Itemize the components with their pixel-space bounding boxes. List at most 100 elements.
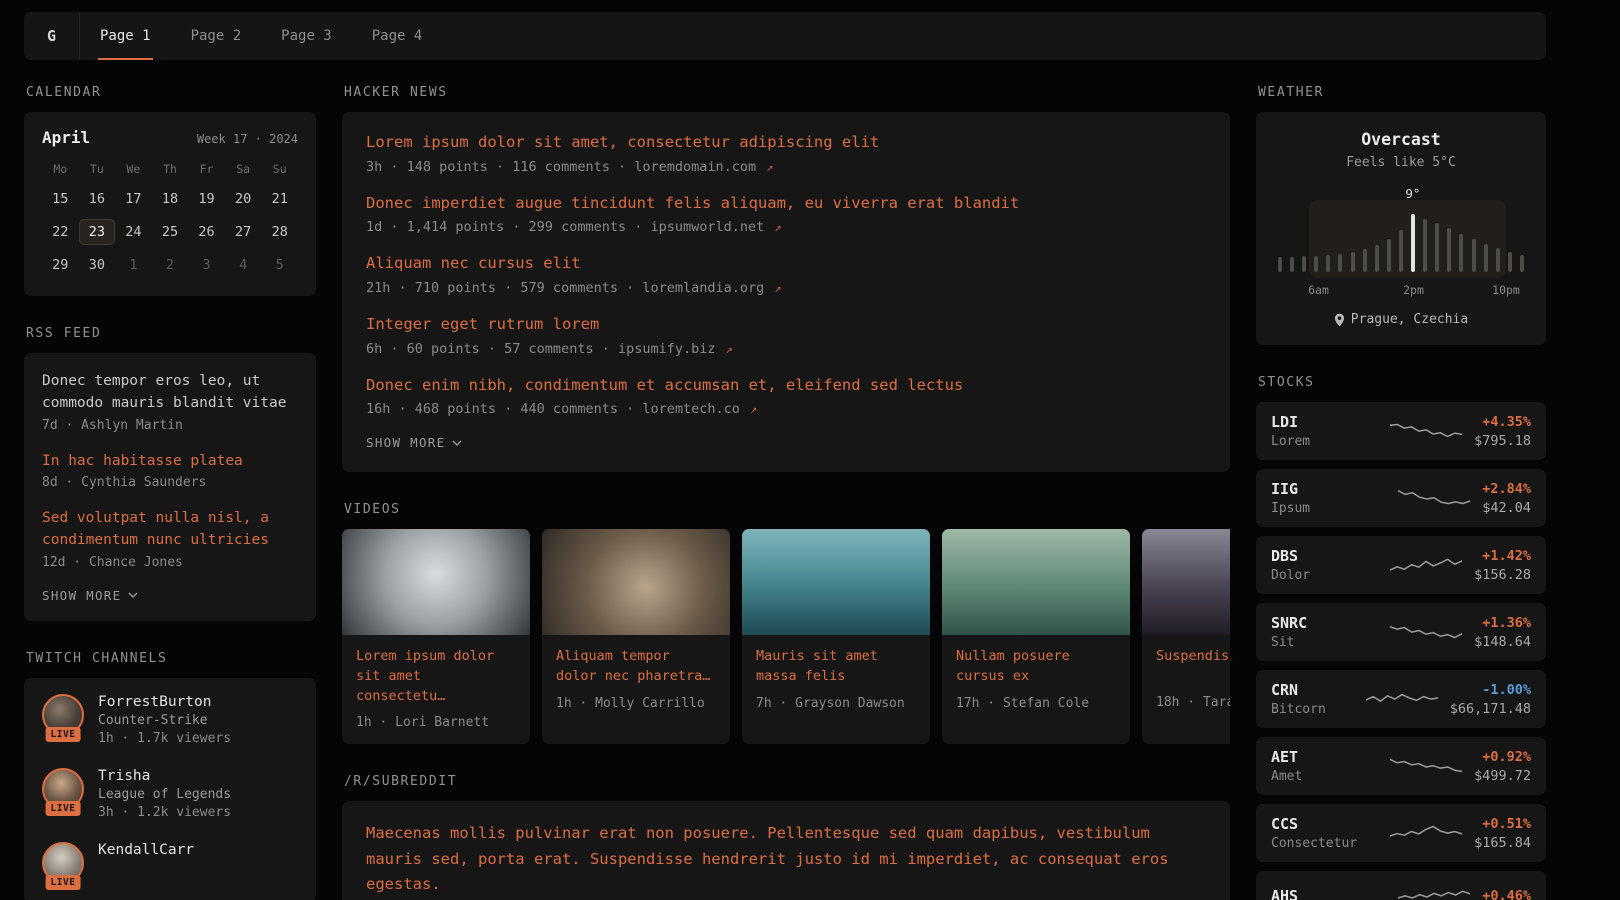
stock-row[interactable]: IIG Ipsum +2.84% $42.04 [1256, 469, 1546, 527]
weather-bar [1338, 254, 1342, 272]
external-link-icon[interactable]: ↗ [774, 220, 781, 234]
weekday-label: Th [152, 162, 189, 176]
videos-widget: VIDEOS Lorem ipsum dolor sit amet consec… [342, 502, 1230, 744]
video-thumbnail[interactable] [1142, 529, 1230, 635]
subreddit-widget: /R/SUBREDDIT Maecenas mollis pulvinar er… [342, 774, 1230, 900]
weekday-label: Tu [79, 162, 116, 176]
hn-story-meta-text: 3h · 148 points · 116 comments · loremdo… [366, 159, 756, 175]
external-link-icon[interactable]: ↗ [774, 281, 781, 295]
hn-story-link[interactable]: Donec enim nibh, condimentum et accumsan… [366, 375, 1206, 397]
weather-bar [1496, 248, 1500, 272]
subreddit-section-title: /R/SUBREDDIT [344, 774, 1230, 789]
rss-item-meta: 8d · Cynthia Saunders [42, 475, 298, 490]
dashboard-layout: CALENDAR April Week 17 · 2024 Mo Tu We T… [0, 60, 1620, 900]
subreddit-post-link[interactable]: Maecenas mollis pulvinar erat non posuer… [366, 821, 1206, 898]
hn-show-more-button[interactable]: SHOW MORE [366, 435, 462, 450]
twitch-channel[interactable]: LIVE ForrestBurton Counter-Strike 1h · 1… [42, 694, 298, 746]
video-card[interactable]: Aliquam tempor dolor nec pharetra… 1h · … [542, 529, 730, 744]
stock-row[interactable]: DBS Dolor +1.42% $156.28 [1256, 536, 1546, 594]
weather-time-label: 2pm [1403, 283, 1424, 297]
hn-story-link[interactable]: Integer eget rutrum lorem [366, 314, 1206, 336]
stock-price: $42.04 [1482, 500, 1531, 516]
twitch-avatar-wrap: LIVE [42, 694, 84, 736]
page-tab[interactable]: Page 4 [352, 12, 443, 60]
video-card[interactable]: Nullam posuere cursus ex 17h · Stefan Co… [942, 529, 1130, 744]
twitch-channel-name[interactable]: Trisha [98, 768, 231, 784]
calendar-card: April Week 17 · 2024 Mo Tu We Th Fr [24, 112, 316, 296]
hn-story-link[interactable]: Aliquam nec cursus elit [366, 253, 1206, 275]
hackernews-list: Lorem ipsum dolor sit amet, consectetur … [366, 132, 1206, 417]
stock-name: Lorem [1271, 434, 1378, 449]
stock-price: $795.18 [1474, 433, 1531, 449]
twitch-channel[interactable]: LIVE KendallCarr [42, 842, 298, 884]
hn-story-link[interactable]: Donec imperdiet augue tincidunt felis al… [366, 193, 1206, 215]
video-card[interactable]: Mauris sit amet massa felis 7h · Grayson… [742, 529, 930, 744]
video-card[interactable]: Suspendisse diam 18h · Tara [1142, 529, 1230, 744]
hn-story-meta-text: 6h · 60 points · 57 comments · ipsumify.… [366, 341, 716, 357]
stock-price: $156.28 [1474, 567, 1531, 583]
video-title[interactable]: Mauris sit amet massa felis [756, 647, 916, 686]
video-title[interactable]: Suspendisse diam [1156, 647, 1230, 686]
weekday-label: We [115, 162, 152, 176]
left-column: CALENDAR April Week 17 · 2024 Mo Tu We T… [24, 85, 316, 900]
twitch-widget: TWITCH CHANNELS LIVE ForrestBurton Count… [24, 651, 316, 900]
stock-row[interactable]: AET Amet +0.92% $499.72 [1256, 737, 1546, 795]
stock-change: +1.42% [1474, 548, 1531, 564]
calendar-day: 27 [225, 219, 262, 245]
stock-row[interactable]: LDI Lorem +4.35% $795.18 [1256, 402, 1546, 460]
video-thumbnail[interactable] [542, 529, 730, 635]
hn-story-meta: 6h · 60 points · 57 comments · ipsumify.… [366, 341, 1206, 357]
twitch-channel[interactable]: LIVE Trisha League of Legends 3h · 1.2k … [42, 768, 298, 820]
video-title[interactable]: Nullam posuere cursus ex [956, 647, 1116, 686]
twitch-channel-name[interactable]: ForrestBurton [98, 694, 231, 710]
hn-story: Donec enim nibh, condimentum et accumsan… [366, 375, 1206, 418]
weather-bars [1276, 208, 1526, 272]
video-thumbnail[interactable] [942, 529, 1130, 635]
rss-item[interactable]: Sed volutpat nulla nisl, a condimentum n… [42, 508, 298, 570]
rss-item[interactable]: In hac habitasse platea 8d · Cynthia Sau… [42, 451, 298, 491]
rss-item-title[interactable]: Donec tempor eros leo, ut commodo mauris… [42, 371, 298, 415]
rss-show-more-button[interactable]: SHOW MORE [42, 588, 138, 603]
twitch-channel-name[interactable]: KendallCarr [98, 842, 194, 858]
video-title[interactable]: Aliquam tempor dolor nec pharetra… [556, 647, 716, 686]
stock-change: +2.84% [1482, 481, 1531, 497]
stock-row[interactable]: CCS Consectetur +0.51% $165.84 [1256, 804, 1546, 862]
stock-ticker: IIG [1271, 480, 1386, 498]
stock-row[interactable]: CRN Bitcorn -1.00% $66,171.48 [1256, 670, 1546, 728]
external-link-icon[interactable]: ↗ [750, 402, 757, 416]
calendar-day: 26 [188, 219, 225, 245]
page-tab[interactable]: Page 2 [171, 12, 262, 60]
video-meta: 18h · Tara [1156, 695, 1230, 710]
external-link-icon[interactable]: ↗ [766, 160, 773, 174]
hackernews-section-title: HACKER NEWS [344, 85, 1230, 100]
page-tab[interactable]: Page 1 [80, 12, 171, 60]
stock-row[interactable]: AHS +0.46% [1256, 871, 1546, 900]
hn-story-link[interactable]: Lorem ipsum dolor sit amet, consectetur … [366, 132, 1206, 154]
twitch-avatar-wrap: LIVE [42, 768, 84, 810]
rss-item-title[interactable]: In hac habitasse platea [42, 451, 298, 473]
app-logo[interactable]: G [24, 12, 80, 60]
hackernews-card: Lorem ipsum dolor sit amet, consectetur … [342, 112, 1230, 472]
rss-item[interactable]: Donec tempor eros leo, ut commodo mauris… [42, 371, 298, 433]
stock-ticker: AHS [1271, 887, 1386, 900]
rss-item-title[interactable]: Sed volutpat nulla nisl, a condimentum n… [42, 508, 298, 552]
video-meta: 1h · Molly Carrillo [556, 696, 716, 711]
video-title[interactable]: Lorem ipsum dolor sit amet consectetu… [356, 647, 516, 706]
external-link-icon[interactable]: ↗ [726, 342, 733, 356]
stock-ticker: AET [1271, 748, 1378, 766]
stock-row[interactable]: SNRC Sit +1.36% $148.64 [1256, 603, 1546, 661]
stock-change: +0.51% [1474, 816, 1531, 832]
page-tab[interactable]: Page 3 [261, 12, 352, 60]
hn-story: Aliquam nec cursus elit 21h · 710 points… [366, 253, 1206, 296]
videos-section-title: VIDEOS [344, 502, 1230, 517]
stock-name: Dolor [1271, 568, 1378, 583]
twitch-channel-meta: 1h · 1.7k viewers [98, 731, 231, 746]
video-thumbnail[interactable] [342, 529, 530, 635]
video-thumbnail[interactable] [742, 529, 930, 635]
video-card[interactable]: Lorem ipsum dolor sit amet consectetu… 1… [342, 529, 530, 744]
calendar-days: 15 16 17 18 19 20 21 22 [42, 186, 298, 278]
calendar-month: April [42, 128, 90, 147]
stock-change: -1.00% [1450, 682, 1531, 698]
hn-story-meta: 1d · 1,414 points · 299 comments · ipsum… [366, 219, 1206, 235]
stock-ticker: CRN [1271, 681, 1354, 699]
